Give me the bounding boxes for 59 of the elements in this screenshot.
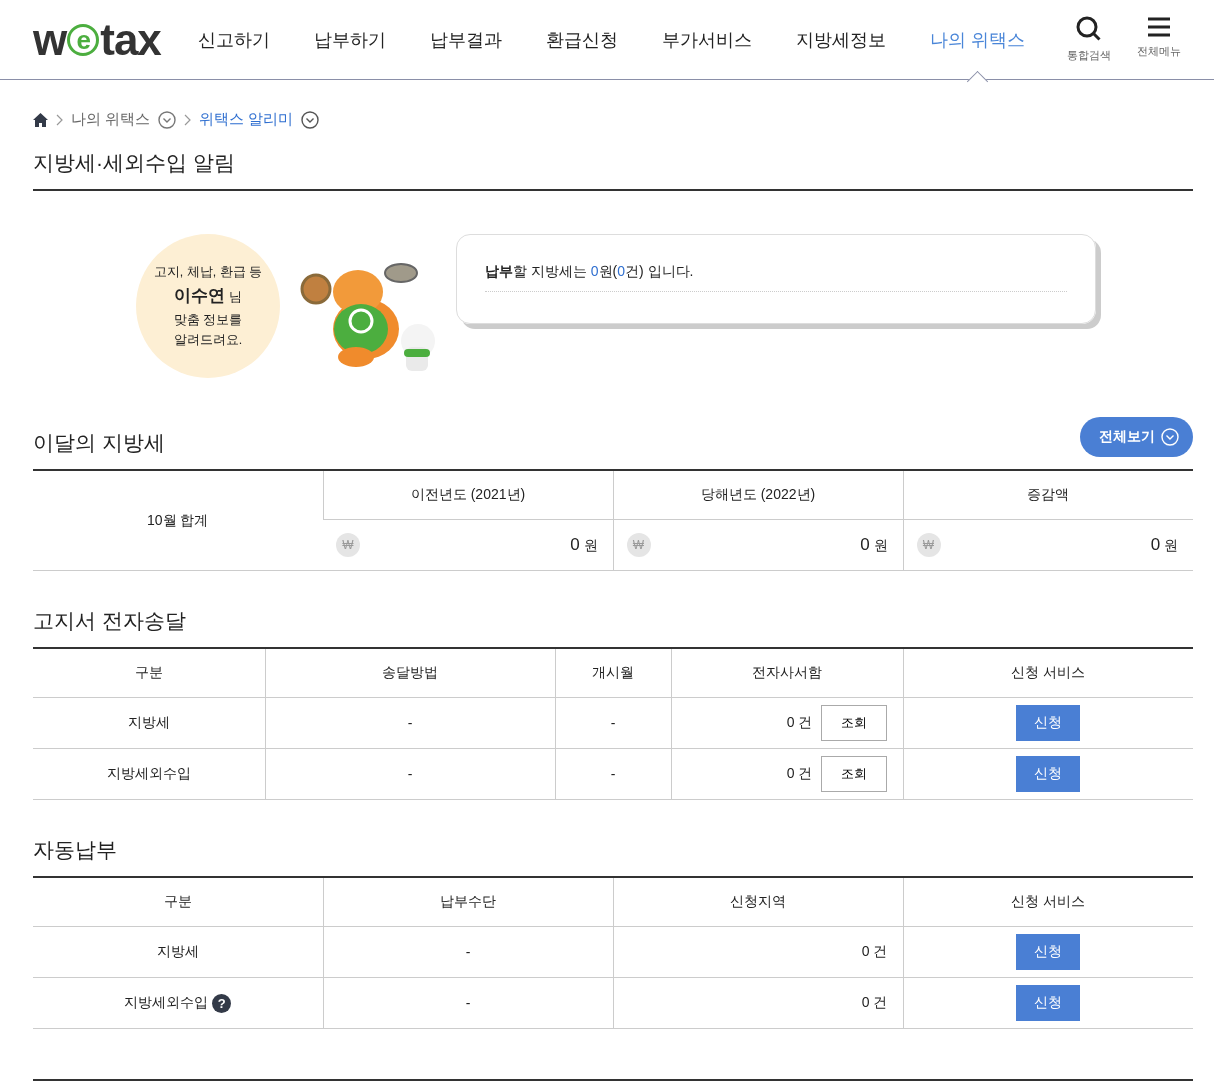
column-header: 당해년도 (2022년) <box>613 471 903 520</box>
column-header: 전자사서함 <box>671 649 903 698</box>
won-icon: ₩ <box>916 533 941 557</box>
won-icon: ₩ <box>626 533 651 557</box>
count-cell: 0 건 <box>613 977 903 1029</box>
table-cell: 지방세외수입 <box>33 748 265 800</box>
count-text: 0 건 <box>786 714 813 732</box>
nav-menu-item[interactable]: 납부하기 <box>292 0 408 80</box>
page-title: 지방세·세외수입 알림 <box>33 129 1193 191</box>
apply-button[interactable]: 신청 <box>1016 705 1081 741</box>
column-header: 신청 서비스 <box>903 878 1193 927</box>
table-cell: - <box>265 748 555 800</box>
column-header: 이전년도 (2021년) <box>323 471 613 520</box>
apply-button[interactable]: 신청 <box>1016 985 1081 1021</box>
column-header: 신청 서비스 <box>903 649 1193 698</box>
tax-message: 납부할 지방세는 0원(0건) 입니다. <box>485 262 1067 292</box>
column-header: 개시월 <box>555 649 671 698</box>
column-header: 납부수단 <box>323 878 613 927</box>
nav-menu-item[interactable]: 부가서비스 <box>640 0 774 80</box>
apply-button[interactable]: 신청 <box>1016 756 1081 792</box>
table-cell: - <box>323 926 613 978</box>
amount-text: 0 원 <box>860 535 888 555</box>
table-cell: - <box>555 697 671 749</box>
column-header: 구분 <box>33 649 265 698</box>
count-text: 0 건 <box>786 765 813 783</box>
count-cell: 0 건 <box>613 926 903 978</box>
wetax-logo[interactable]: w e tax <box>33 14 176 65</box>
nav-menu-item[interactable]: 환급신청 <box>524 0 640 80</box>
column-header: 송달방법 <box>265 649 555 698</box>
section-title: 고지서 전자송달 <box>33 608 186 634</box>
breadcrumb-link[interactable]: 나의 위택스 <box>71 110 151 129</box>
section-title: 이달의 지방세 <box>33 430 165 456</box>
greeting-text: 고지, 체납, 환급 등 이수연 님 맞춤 정보를 알려드려요. <box>153 264 263 349</box>
column-header: 구분 <box>33 878 323 927</box>
column-header: 신청지역 <box>613 878 903 927</box>
view-button[interactable]: 조회 <box>820 705 887 741</box>
column-header: 증감액 <box>903 471 1193 520</box>
apply-button[interactable]: 신청 <box>1016 934 1081 970</box>
view-all-button[interactable]: 전체보기 <box>1080 417 1193 457</box>
nav-menu-item[interactable]: 나의 위택스 <box>908 0 1047 80</box>
menu-button[interactable]: 전체메뉴 <box>1137 16 1181 63</box>
category-text: 지방세 <box>156 943 199 959</box>
nav-menu-item[interactable]: 지방세정보 <box>774 0 908 80</box>
nav-menu-item[interactable]: 신고하기 <box>176 0 292 80</box>
table-cell: 지방세 <box>33 697 265 749</box>
category-text: 지방세외수입 <box>124 993 209 1010</box>
amount-text: 0 원 <box>570 535 598 555</box>
view-button[interactable]: 조회 <box>820 756 887 792</box>
search-button[interactable]: 통합검색 <box>1067 16 1111 63</box>
help-icon[interactable]: ? <box>212 993 232 1013</box>
table-cell: - <box>555 748 671 800</box>
row-label-cell: 10월 합계 <box>33 471 323 571</box>
amount-text: 0 원 <box>1150 535 1178 555</box>
table-cell: - <box>323 977 613 1029</box>
breadcrumb-link[interactable]: 위택스 알리미 <box>199 110 294 129</box>
nav-menu-item[interactable]: 납부결과 <box>408 0 524 80</box>
won-icon: ₩ <box>336 533 360 557</box>
table-cell: - <box>265 697 555 749</box>
section-title: 자동납부 <box>33 837 117 863</box>
